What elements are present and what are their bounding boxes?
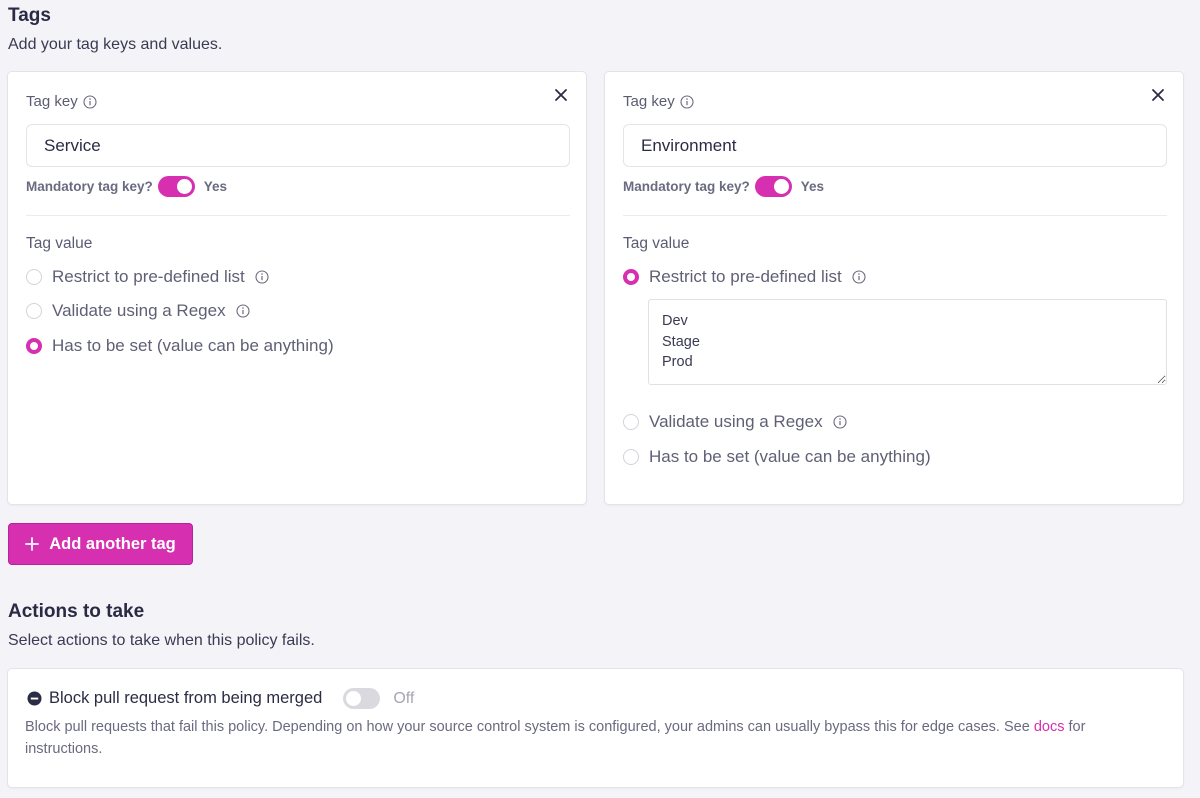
- info-icon: [83, 94, 97, 109]
- mandatory-label: Mandatory tag key?: [623, 179, 750, 194]
- plus-icon: [25, 537, 40, 551]
- option-regex[interactable]: Validate using a Regex: [26, 301, 250, 321]
- tag-value-label: Tag value: [623, 235, 690, 252]
- radio-restrict-list[interactable]: [26, 269, 42, 285]
- info-icon: [255, 270, 269, 284]
- block-pr-row: Block pull request from being merged Off: [27, 688, 414, 709]
- option-has-to-be-set[interactable]: Has to be set (value can be anything): [623, 447, 931, 467]
- minus-circle-icon: [27, 691, 42, 706]
- mandatory-state: Yes: [800, 179, 825, 194]
- option-restrict-list[interactable]: Restrict to pre-defined list: [623, 267, 866, 287]
- tag-key-label: Tag key: [26, 93, 97, 110]
- predefined-list-textarea[interactable]: Dev Stage Prod: [648, 299, 1167, 385]
- block-pr-toggle[interactable]: [343, 688, 381, 709]
- actions-subtitle: Select actions to take when this policy …: [8, 632, 315, 649]
- block-pr-title: Block pull request from being merged: [49, 689, 323, 707]
- add-another-tag-label: Add another tag: [49, 534, 176, 553]
- mandatory-row: Mandatory tag key? Yes: [26, 176, 227, 197]
- mandatory-toggle[interactable]: [754, 176, 792, 197]
- tag-card-environment: Tag key Mandatory tag key? Yes Tag value…: [604, 71, 1184, 505]
- radio-has-to-be-set[interactable]: [623, 449, 639, 465]
- actions-title: Actions to take: [8, 601, 145, 622]
- mandatory-toggle[interactable]: [157, 176, 195, 197]
- tags-title: Tags: [8, 5, 51, 26]
- option-restrict-list[interactable]: Restrict to pre-defined list: [26, 267, 269, 287]
- docs-link[interactable]: docs: [1034, 719, 1065, 735]
- close-icon[interactable]: [552, 86, 570, 104]
- mandatory-state: Yes: [203, 179, 228, 194]
- radio-regex[interactable]: [26, 303, 42, 319]
- radio-has-to-be-set[interactable]: [26, 338, 42, 354]
- tags-subtitle: Add your tag keys and values.: [8, 36, 223, 53]
- divider: [623, 215, 1167, 216]
- close-icon[interactable]: [1149, 86, 1167, 104]
- tag-key-label: Tag key: [623, 93, 694, 110]
- radio-restrict-list[interactable]: [623, 269, 639, 285]
- radio-regex[interactable]: [623, 414, 639, 430]
- add-another-tag-button[interactable]: Add another tag: [8, 523, 193, 565]
- info-icon: [680, 94, 694, 109]
- block-pr-description: Block pull requests that fail this polic…: [25, 719, 1086, 757]
- tag-value-label: Tag value: [26, 235, 93, 252]
- divider: [26, 215, 570, 216]
- info-icon: [833, 415, 847, 429]
- block-pr-toggle-state: Off: [393, 689, 415, 707]
- info-icon: [852, 270, 866, 284]
- mandatory-label: Mandatory tag key?: [26, 179, 153, 194]
- option-regex[interactable]: Validate using a Regex: [623, 412, 847, 432]
- tag-key-input[interactable]: [26, 124, 570, 167]
- tag-card-service: Tag key Mandatory tag key? Yes Tag value…: [7, 71, 587, 505]
- info-icon: [236, 304, 250, 318]
- tag-key-input[interactable]: [623, 124, 1167, 167]
- mandatory-row: Mandatory tag key? Yes: [623, 176, 824, 197]
- option-has-to-be-set[interactable]: Has to be set (value can be anything): [26, 336, 334, 356]
